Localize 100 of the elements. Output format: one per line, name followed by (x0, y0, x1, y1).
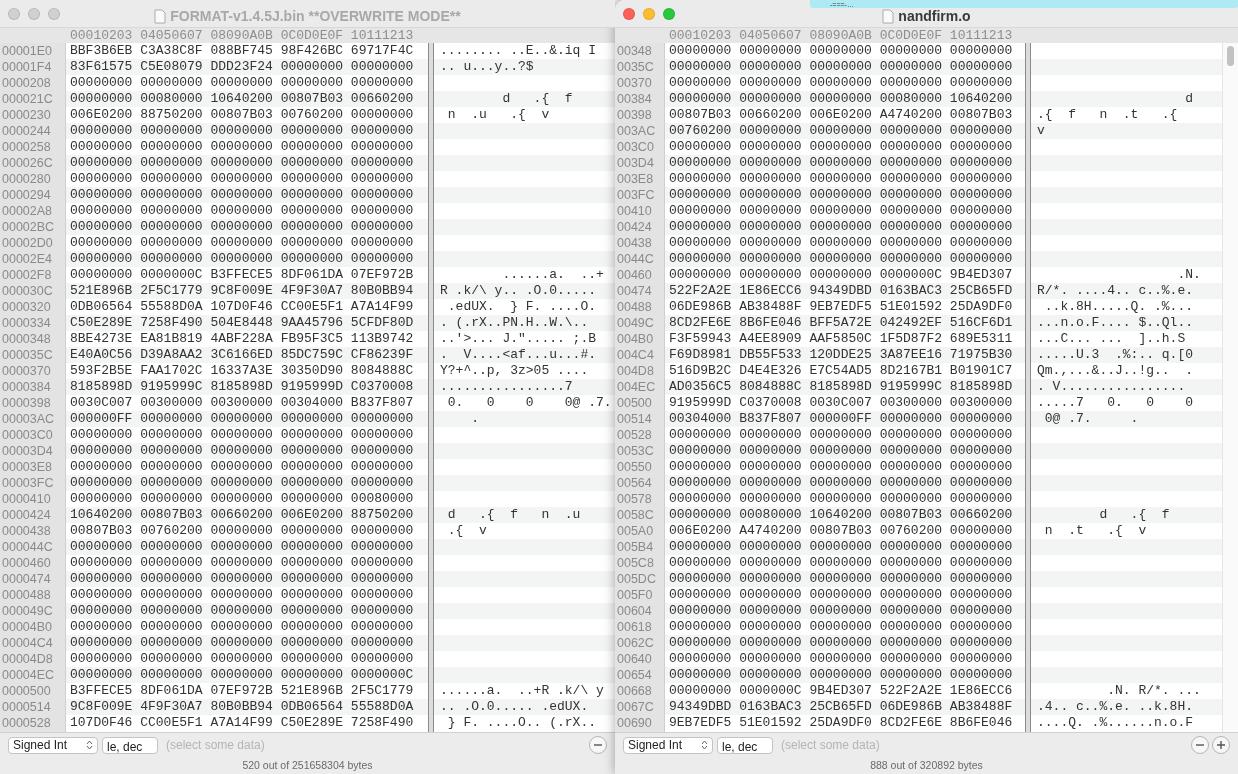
hex-bytes[interactable]: 9EB7EDF5 51E01592 25DA9DF0 8CD2FE6E 8B6FE046 (669, 715, 1013, 731)
ascii-text[interactable]: ......a. ..+R .k/\ y (440, 683, 604, 699)
hex-bytes[interactable]: 8CD2FE6E 8B6FE046 BFF5A72E 042492EF 516CF6D1 (669, 315, 1013, 331)
ascii-text[interactable]: Y?+^..p, 3z>05 .... (440, 363, 589, 379)
ascii-text[interactable]: . V................ (1037, 379, 1186, 395)
hex-bytes[interactable]: 00807B03 00660200 006E0200 A4740200 00807B03 (669, 107, 1013, 123)
hex-bytes[interactable]: 000000FF 00000000 00000000 00000000 00000000 (70, 411, 414, 427)
ascii-text[interactable]: .{ v (440, 523, 487, 539)
ascii-text[interactable]: .....U.3 .%:.. q.[0 (1037, 347, 1194, 363)
hex-bytes[interactable]: 00000000 00000000 00000000 00080000 10640200 (669, 91, 1013, 107)
hex-bytes[interactable]: 8BE4273E EA81B819 4ABF228A FB95F3C5 113B9742 (70, 331, 414, 347)
ascii-text[interactable]: ....Q. .%......n.o.F (1037, 715, 1194, 731)
zoom-button[interactable] (48, 7, 60, 20)
hex-bytes[interactable]: 00760200 00000000 00000000 00000000 00000000 (669, 123, 1013, 139)
ascii-text[interactable]: ..'>... J."..... ;.B (440, 331, 597, 347)
hex-bytes[interactable]: 00000000 00000000 00000000 00000000 00000000 (669, 251, 1013, 267)
hex-bytes[interactable]: 00000000 00000000 00000000 00000000 0000000C (70, 667, 414, 683)
ascii-text[interactable]: d (1037, 91, 1194, 107)
hex-bytes[interactable]: 107D0F46 CC00E5F1 A7A14F99 C50E289E 7258F490 (70, 715, 414, 731)
ascii-text[interactable]: 0@ .7. . (1037, 411, 1139, 427)
ascii-text[interactable]: ................7 (440, 379, 573, 395)
hex-bytes[interactable]: 0DB06564 55588D0A 107D0F46 CC00E5F1 A7A14F99 (70, 299, 414, 315)
ascii-text[interactable]: R .k/\ y.. .O.0..... (440, 283, 597, 299)
ascii-text[interactable]: ..k.8H.....Q. .%... (1037, 299, 1194, 315)
hex-bytes[interactable]: 00000000 00000000 00000000 00000000 00000000 (70, 187, 414, 203)
hex-bytes[interactable]: 593F2B5E FAA1702C 16337A3E 30350D90 8084888C (70, 363, 414, 379)
hex-bytes[interactable]: 00000000 00000000 00000000 00000000 00000000 (70, 251, 414, 267)
ascii-text[interactable]: n .u .{ v (440, 107, 550, 123)
hex-bytes[interactable]: 00000000 00000000 00000000 00000000 00000000 (669, 635, 1013, 651)
ascii-text[interactable]: R/*. ....4.. c..%.e. (1037, 283, 1194, 299)
hex-bytes[interactable]: 94349DBD 0163BAC3 25CB65FD 06DE986B AB38488F (669, 699, 1013, 715)
hex-bytes[interactable]: 00000000 00000000 00000000 00000000 00000000 (70, 635, 414, 651)
hex-bytes[interactable]: 00000000 00000000 00000000 00000000 00000000 (669, 219, 1013, 235)
add-button[interactable] (1212, 736, 1230, 754)
hex-bytes[interactable]: C50E289E 7258F490 504E8448 9AA45796 5CFDF80D (70, 315, 414, 331)
hex-bytes[interactable]: 00000000 00000000 00000000 00000000 00000000 (70, 603, 414, 619)
hex-bytes[interactable]: 00000000 00000000 00000000 00000000 00000000 (669, 187, 1013, 203)
ascii-text[interactable]: ........ ..E..&.iq I (440, 43, 597, 59)
ascii-text[interactable]: .....7 0. 0 0 (1037, 395, 1194, 411)
ascii-text[interactable]: ...C... ... ]..h.S (1037, 331, 1186, 347)
hex-bytes[interactable]: F3F59943 A4EE8909 AAF5850C 1F5D87F2 689E5311 (669, 331, 1013, 347)
close-button[interactable] (623, 7, 635, 20)
hex-bytes[interactable]: 00000000 00000000 00000000 00000000 00000000 (669, 571, 1013, 587)
hex-bytes[interactable]: 00304000 B837F807 000000FF 00000000 00000000 (669, 411, 1013, 427)
remove-button[interactable] (1191, 736, 1209, 754)
minimize-button[interactable] (643, 7, 655, 20)
zoom-button[interactable] (663, 7, 675, 20)
ascii-text[interactable]: ......a. ..+ (440, 267, 604, 283)
ascii-text[interactable]: d .{ f n .u (440, 507, 581, 523)
ascii-text[interactable]: } F. ....O.. (.rX.. (440, 715, 597, 731)
hex-bytes[interactable]: 00000000 00000000 00000000 00000000 00000000 (669, 155, 1013, 171)
ascii-text[interactable]: d .{ f (1037, 507, 1170, 523)
ascii-text[interactable]: .4.. c..%.e. ..k.8H. (1037, 699, 1194, 715)
hex-bytes[interactable]: 00000000 0000000C 9B4ED307 522F2A2E 1E86ECC6 (669, 683, 1013, 699)
hex-bytes[interactable]: 0030C007 00300000 00300000 00304000 B837F807 (70, 395, 414, 411)
hex-bytes[interactable]: 00000000 00000000 00000000 00000000 00000000 (70, 123, 414, 139)
ascii-text[interactable]: 0. 0 0 0@ .7. (440, 395, 612, 411)
hex-bytes[interactable]: 00000000 0000000C B3FFECE5 8DF061DA 07EF972B (70, 267, 414, 283)
hex-bytes[interactable]: 83F61575 C5E08079 DDD23F24 00000000 00000000 (70, 59, 414, 75)
type-select[interactable]: Signed Int (623, 736, 713, 754)
hex-bytes[interactable]: 006E0200 A4740200 00807B03 00760200 00000000 (669, 523, 1013, 539)
hex-bytes[interactable]: BBF3B6EB C3A38C8F 088BF745 98F426BC 69717F4C (70, 43, 414, 59)
hex-bytes[interactable]: 8185898D 9195999C 8185898D 9195999D C0370008 (70, 379, 414, 395)
ascii-text[interactable]: v (1037, 123, 1045, 139)
ascii-text[interactable]: .. u...y..?$ (440, 59, 534, 75)
ascii-text[interactable]: . V....<af...u...#. (440, 347, 597, 363)
hex-bytes[interactable]: 06DE986B AB38488F 9EB7EDF5 51E01592 25DA9DF0 (669, 299, 1013, 315)
hex-bytes[interactable]: 00000000 00000000 00000000 00000000 00000000 (669, 59, 1013, 75)
hex-bytes[interactable]: 00000000 00080000 10640200 00807B03 00660200 (70, 91, 414, 107)
hex-bytes[interactable]: 00000000 00000000 00000000 00000000 00000000 (70, 539, 414, 555)
hex-bytes[interactable]: 516D9B2C D4E4E326 E7C54AD5 8D2167B1 B01901C7 (669, 363, 1013, 379)
scrollbar[interactable] (1222, 43, 1238, 732)
minimize-button[interactable] (28, 7, 40, 20)
type-select[interactable]: Signed Int (8, 736, 98, 754)
hex-bytes[interactable]: F69D8981 DB55F533 120DDE25 3A87EE16 71975B30 (669, 347, 1013, 363)
hex-bytes[interactable]: 00000000 00000000 00000000 00000000 00000000 (669, 539, 1013, 555)
ascii-text[interactable]: n .t .{ v (1037, 523, 1147, 539)
format-button[interactable]: le, dec (102, 736, 158, 754)
hex-bytes[interactable]: 00000000 00080000 10640200 00807B03 00660200 (669, 507, 1013, 523)
hex-bytes[interactable]: 521E896B 2F5C1779 9C8F009E 4F9F30A7 80B0BB94 (70, 283, 414, 299)
hex-bytes[interactable]: 00000000 00000000 00000000 00000000 00000000 (70, 475, 414, 491)
ascii-text[interactable]: .edUX. } F. ....O. (440, 299, 597, 315)
hex-bytes[interactable]: 00000000 00000000 00000000 00000000 00000000 (669, 443, 1013, 459)
hex-bytes[interactable]: 522F2A2E 1E86ECC6 94349DBD 0163BAC3 25CB65FD (669, 283, 1013, 299)
ascii-text[interactable]: ...n.o.F.... $..Ql.. (1037, 315, 1194, 331)
ascii-text[interactable]: . (440, 411, 479, 427)
hex-bytes[interactable]: 00000000 00000000 00000000 00000000 00000000 (669, 475, 1013, 491)
hex-bytes[interactable]: 00000000 00000000 00000000 00000000 00000000 (70, 219, 414, 235)
hex-bytes[interactable]: 00000000 00000000 00000000 00000000 00000000 (70, 571, 414, 587)
hex-bytes[interactable]: B3FFECE5 8DF061DA 07EF972B 521E896B 2F5C1779 (70, 683, 414, 699)
ascii-text[interactable]: d .{ f (440, 91, 573, 107)
ascii-text[interactable]: . (.rX..PN.H..W.\.. (440, 315, 589, 331)
hex-bytes[interactable]: 00000000 00000000 00000000 00000000 00000000 (669, 603, 1013, 619)
hex-bytes[interactable]: 9C8F009E 4F9F30A7 80B0BB94 0DB06564 55588D0A (70, 699, 414, 715)
hex-bytes[interactable]: AD0356C5 8084888C 8185898D 9195999C 8185898D (669, 379, 1013, 395)
close-button[interactable] (8, 7, 20, 20)
hex-bytes[interactable]: E40A0C56 D39A8AA2 3C6166ED 85DC759C CF86239F (70, 347, 414, 363)
hex-bytes[interactable]: 00000000 00000000 00000000 00000000 00000000 (70, 443, 414, 459)
hex-bytes[interactable]: 00000000 00000000 00000000 00000000 00000000 (70, 155, 414, 171)
ascii-text[interactable]: .N. R/*. ... (1037, 683, 1201, 699)
